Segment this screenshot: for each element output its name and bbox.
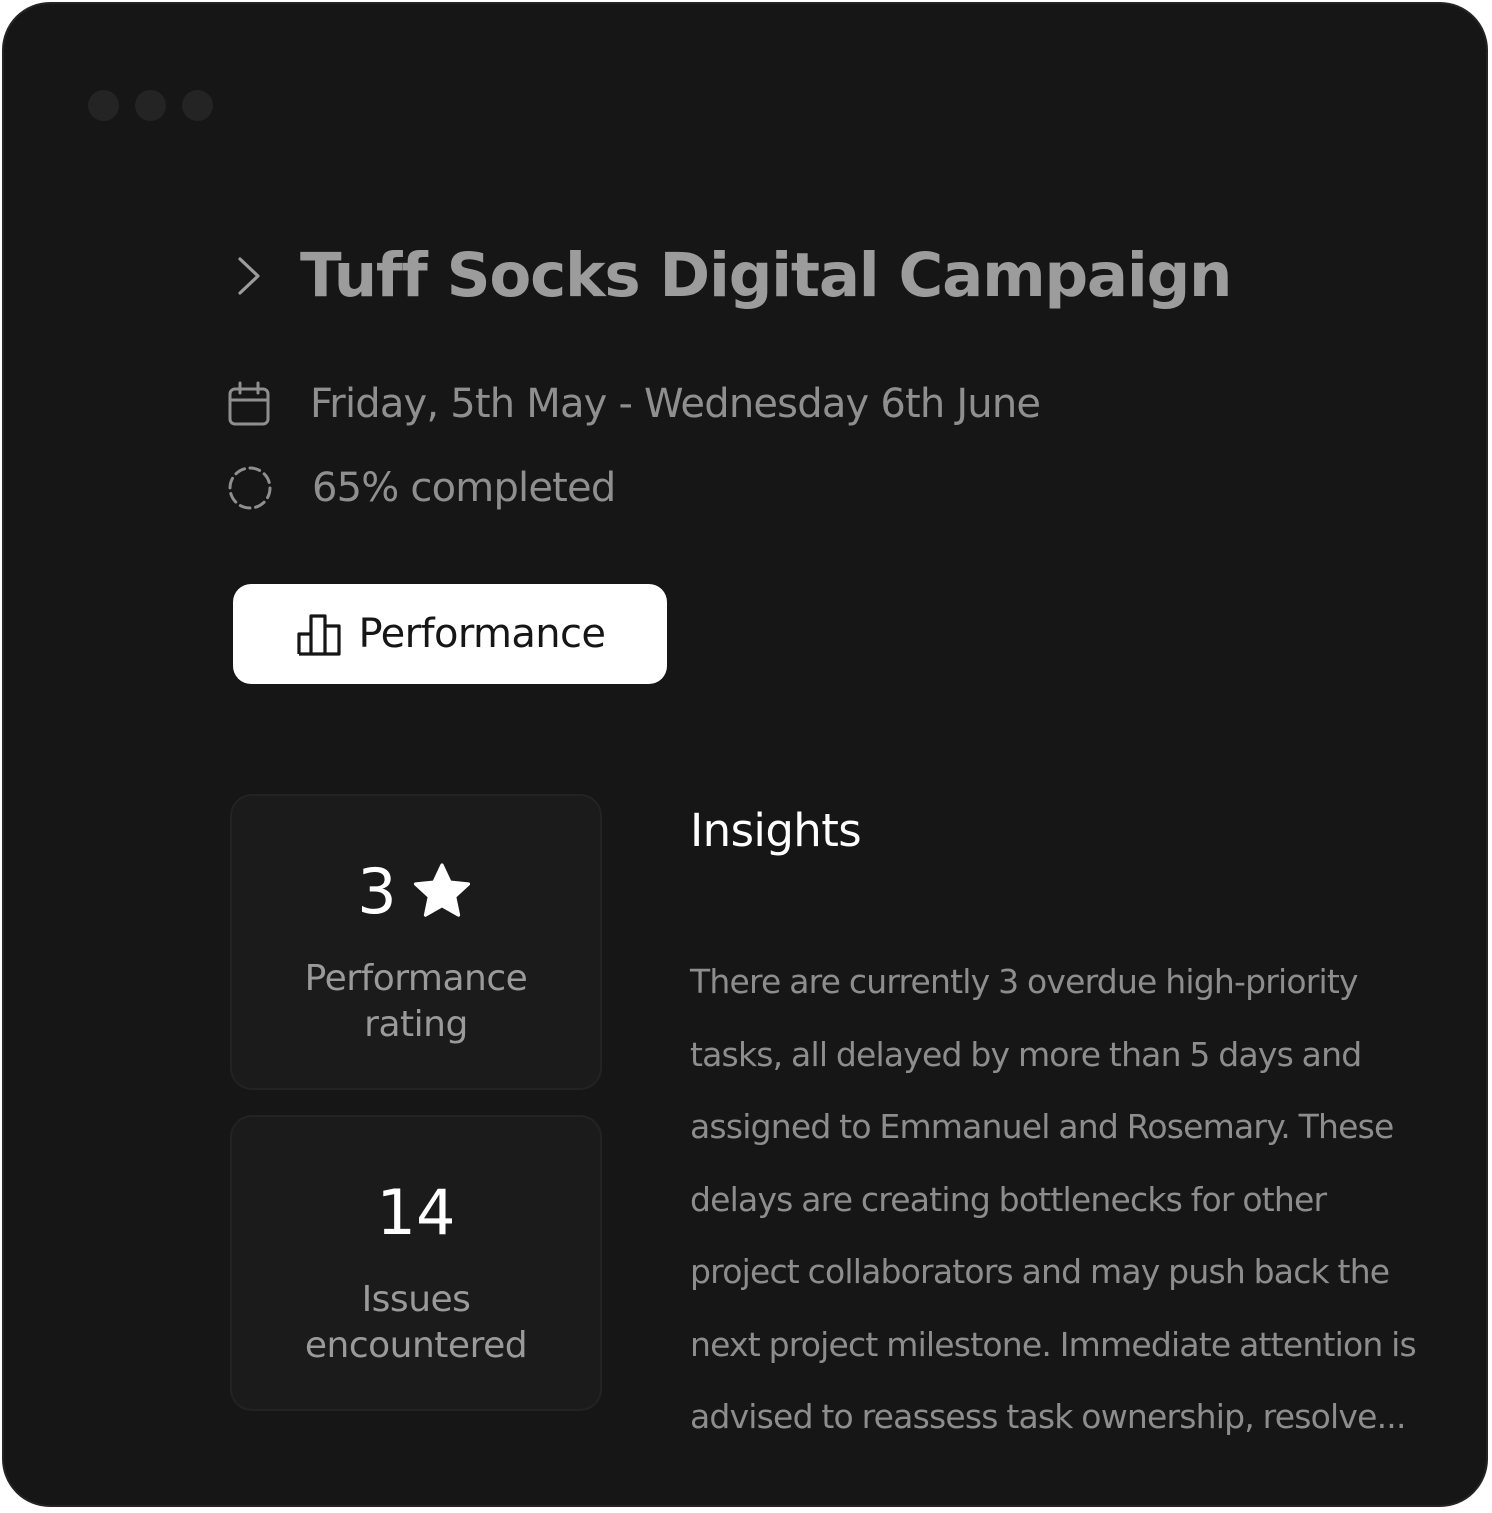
insights-text: There are currently 3 overdue high-prior…	[690, 962, 1417, 1436]
stat-value-row: 14	[232, 1171, 600, 1255]
tab-label: Performance	[358, 611, 606, 657]
calendar-icon	[228, 381, 270, 426]
stat-value-row: 3	[232, 850, 600, 934]
window-dot[interactable]	[182, 90, 213, 121]
insights-heading: Insights	[690, 804, 862, 857]
performance-rating-card: 3 Performance rating	[230, 794, 602, 1090]
performance-tab-button[interactable]: Performance	[233, 584, 667, 684]
project-header: Tuff Socks Digital Campaign	[230, 240, 1232, 311]
stat-value: 3	[357, 855, 397, 928]
bar-chart-icon	[296, 614, 341, 656]
stat-label: Performance rating	[304, 958, 528, 1045]
chevron-right-icon[interactable]	[230, 251, 266, 301]
window-dot[interactable]	[88, 90, 119, 121]
app-window: Tuff Socks Digital Campaign Friday, 5th …	[2, 2, 1488, 1507]
progress-row: 65% completed	[226, 464, 616, 512]
star-icon	[413, 863, 470, 917]
date-range: Friday, 5th May - Wednesday 6th June	[310, 381, 1041, 427]
stat-label: Issues encountered	[304, 1279, 528, 1366]
date-row: Friday, 5th May - Wednesday 6th June	[226, 380, 1041, 428]
window-dot[interactable]	[135, 90, 166, 121]
page-title: Tuff Socks Digital Campaign	[300, 240, 1232, 311]
progress-circle-icon	[228, 466, 272, 510]
stat-value: 14	[376, 1176, 456, 1249]
window-controls	[88, 90, 213, 121]
progress-text: 65% completed	[312, 465, 616, 511]
issues-card: 14 Issues encountered	[230, 1115, 602, 1411]
